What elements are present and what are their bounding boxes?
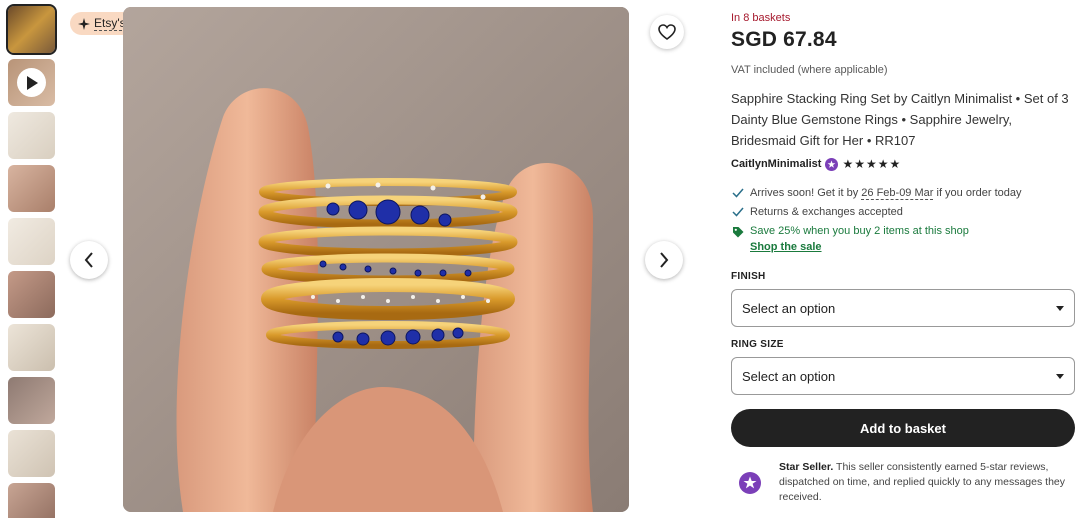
seller-row: CaitlynMinimalist ★★★★★ [731, 157, 901, 171]
baskets-count: In 8 baskets [731, 12, 791, 24]
perk-returns: Returns & exchanges accepted [731, 206, 1022, 225]
heart-icon [658, 24, 676, 40]
star-seller-text: Star Seller. This seller consistently ea… [779, 460, 1075, 505]
star-seller-badge-icon [825, 157, 839, 171]
thumbnail-7[interactable] [8, 324, 55, 371]
thumbnail-strip [6, 4, 57, 518]
chevron-left-icon [84, 252, 93, 268]
thumbnail-1[interactable] [6, 4, 57, 55]
thumbnail-4[interactable] [8, 165, 55, 212]
ring-size-select[interactable]: Select an option [731, 357, 1075, 395]
favourite-button[interactable] [650, 15, 684, 49]
seller-name[interactable]: CaitlynMinimalist [731, 158, 821, 170]
check-icon [731, 188, 744, 198]
sale-text: Save 25% when you buy 2 items at this sh… [750, 225, 969, 237]
thumbnail-9[interactable] [8, 430, 55, 477]
finish-select-value: Select an option [742, 300, 836, 316]
rating-stars: ★★★★★ [842, 157, 902, 171]
caret-down-icon [1056, 305, 1064, 311]
play-icon [17, 68, 46, 97]
thumbnail-8[interactable] [8, 377, 55, 424]
vat-note: VAT included (where applicable) [731, 64, 888, 76]
finish-select[interactable]: Select an option [731, 289, 1075, 327]
arrives-date[interactable]: 26 Feb-09 Mar [861, 187, 934, 200]
add-to-basket-button[interactable]: Add to basket [731, 409, 1075, 447]
arrives-suffix: if you order today [936, 187, 1022, 199]
previous-image-button[interactable] [70, 241, 108, 279]
perk-arrives: Arrives soon! Get it by 26 Feb-09 Mar if… [731, 187, 1022, 206]
star-seller-icon [739, 472, 761, 494]
thumbnail-2-video[interactable] [8, 59, 55, 106]
tag-icon [731, 226, 744, 238]
check-icon [731, 207, 744, 217]
next-image-button[interactable] [645, 241, 683, 279]
arrives-prefix: Arrives soon! Get it by [750, 187, 859, 199]
sparkle-icon [78, 17, 90, 30]
price: SGD 67.84 [731, 28, 837, 51]
thumbnail-5[interactable] [8, 218, 55, 265]
thumbnail-6[interactable] [8, 271, 55, 318]
thumbnail-10[interactable] [8, 483, 55, 518]
product-title: Sapphire Stacking Ring Set by Caitlyn Mi… [731, 91, 1069, 148]
chevron-right-icon [660, 252, 669, 268]
shop-the-sale-link[interactable]: Shop the sale [750, 241, 822, 253]
thumbnail-3[interactable] [8, 112, 55, 159]
returns-text: Returns & exchanges accepted [750, 206, 903, 218]
caret-down-icon [1056, 373, 1064, 379]
star-seller-title: Star Seller. [779, 461, 834, 473]
finish-label: FINISH [731, 271, 766, 282]
perks-list: Arrives soon! Get it by 26 Feb-09 Mar if… [731, 187, 1022, 244]
main-product-image [123, 7, 629, 512]
star-seller-info: Star Seller. This seller consistently ea… [739, 460, 1075, 505]
ring-size-select-value: Select an option [742, 368, 836, 384]
ring-size-label: RING SIZE [731, 339, 784, 350]
